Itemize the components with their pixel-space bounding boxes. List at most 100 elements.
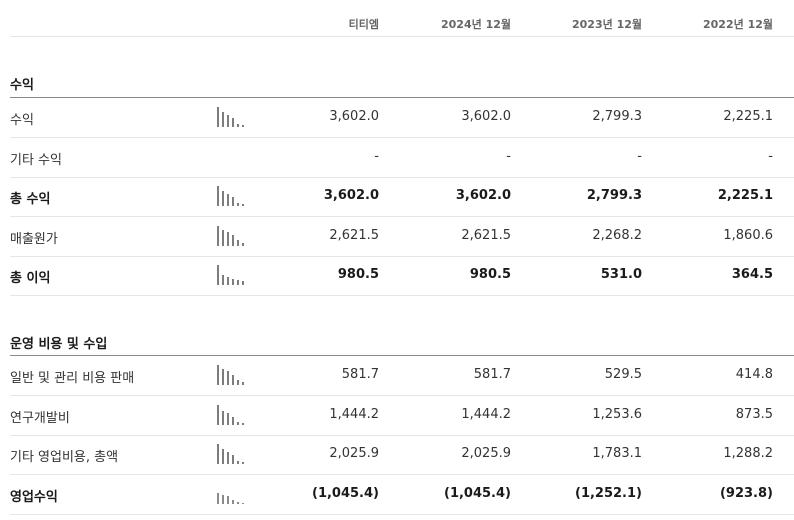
cell-value: - (374, 148, 379, 164)
sparkline-bar (232, 234, 234, 246)
table-row[interactable]: 연구개발비 1,444.2 1,444.2 1,253.6 873.5 (10, 396, 794, 436)
cell-value: (1,045.4) (312, 485, 379, 501)
sparkline-bar (237, 421, 239, 425)
cell-value: 1,253.6 (592, 406, 642, 422)
sparkline-bar (232, 375, 234, 385)
table-row[interactable]: 일반 및 관리 비용 판매 581.7 581.7 529.5 414.8 (10, 356, 794, 396)
row-label: 총 이익 (10, 271, 51, 286)
header-divider (10, 36, 794, 37)
cell-value: - (768, 148, 773, 164)
sparkline-icon[interactable] (217, 265, 249, 285)
sparkline-bar (232, 416, 234, 425)
cell-value: 3,602.0 (455, 188, 511, 203)
cell-value: 1,783.1 (592, 446, 642, 461)
table-row[interactable]: 기타 수익 - - - - (10, 138, 794, 178)
sparkline-bar (237, 203, 239, 206)
cell-value: 2,268.2 (592, 227, 642, 243)
sparkline-bar (227, 194, 229, 206)
sparkline-bar (237, 124, 239, 127)
sparkline-bar (242, 281, 244, 285)
sparkline-bar (222, 229, 224, 246)
sparkline-bar (217, 265, 219, 285)
sparkline-bar (222, 191, 224, 206)
sparkline-bar (232, 499, 234, 504)
table-row[interactable]: 수익 3,602.0 3,602.0 2,799.3 2,225.1 (10, 98, 794, 138)
cell-value: 873.5 (735, 406, 773, 422)
table-row[interactable]: 기타 영업비용, 총액 2,025.9 2,025.9 1,783.1 1,288.2 (10, 435, 794, 475)
sparkline-bar (227, 452, 229, 464)
sparkline-bar (242, 502, 244, 504)
sparkline-bar (222, 449, 224, 464)
sparkline-bar (227, 495, 229, 504)
sparkline-bar (232, 118, 234, 127)
cell-value: 1,860.6 (723, 227, 773, 243)
row-label: 매출원가 (10, 231, 58, 247)
sparkline-bar (222, 112, 224, 127)
row-label: 수익 (10, 113, 34, 128)
sparkline-icon[interactable] (217, 107, 249, 127)
sparkline-icon[interactable] (217, 365, 249, 385)
sparkline-bar (217, 492, 219, 504)
row-label: 총 수익 (10, 192, 51, 207)
sparkline-bar (242, 422, 244, 425)
sparkline-bar (217, 444, 219, 464)
cell-value: 2,799.3 (592, 109, 642, 124)
sparkline-bar (222, 275, 224, 285)
table-row[interactable]: 총 이익 980.5 980.5 531.0 364.5 (10, 256, 794, 296)
cell-value: (1,252.1) (575, 485, 642, 501)
sparkline-bar (217, 186, 219, 206)
column-header-2024: 2024년 12월 (441, 18, 511, 31)
sparkline-icon[interactable] (217, 444, 249, 464)
cell-value: 2,025.9 (461, 446, 511, 461)
cell-value: - (506, 148, 511, 164)
sparkline-bar (232, 279, 234, 285)
sparkline-bar (232, 455, 234, 464)
table-row[interactable]: 총 수익 3,602.0 3,602.0 2,799.3 2,225.1 (10, 177, 794, 217)
cell-value: 3,602.0 (323, 188, 379, 203)
row-label: 영업수익 (10, 489, 58, 505)
sparkline-bar (242, 125, 244, 127)
sparkline-icon[interactable] (217, 186, 249, 206)
table-row[interactable]: 영업수익 (1,045.4) (1,045.4) (1,252.1) (923.8) (10, 475, 794, 515)
sparkline-bar (237, 501, 239, 504)
column-header-ttm: 티티엠 (348, 18, 379, 31)
sparkline-icon[interactable] (217, 484, 249, 504)
sparkline-bar (242, 204, 244, 206)
cell-value: 3,602.0 (329, 109, 379, 124)
cell-value: 1,444.2 (329, 406, 379, 422)
cell-value: 2,799.3 (586, 188, 642, 203)
cell-value: 581.7 (341, 367, 379, 382)
cell-value: 414.8 (735, 367, 773, 382)
sparkline-icon[interactable] (217, 404, 249, 425)
cell-value: 581.7 (473, 367, 511, 382)
sparkline-bar (222, 494, 224, 504)
sparkline-bar (217, 225, 219, 246)
sparkline-bar (237, 239, 239, 246)
sparkline-bar (222, 410, 224, 425)
sparkline-bar (237, 461, 239, 464)
cell-value: 2,225.1 (723, 109, 773, 124)
sparkline-bar (237, 280, 239, 285)
table-header: 티티엠 2024년 12월 2023년 12월 2022년 12월 (0, 0, 794, 38)
column-header-2023: 2023년 12월 (572, 18, 642, 31)
section-title: 수익 (10, 78, 34, 93)
cell-value: 2,025.9 (329, 446, 379, 461)
row-label: 기타 영업비용, 총액 (10, 450, 119, 465)
sparkline-bar (227, 371, 229, 385)
cell-value: 2,225.1 (717, 188, 773, 203)
cell-value: 2,621.5 (461, 227, 511, 243)
sparkline-bar (217, 107, 219, 127)
sparkline-icon[interactable] (217, 225, 249, 246)
cell-value: (1,045.4) (444, 485, 511, 501)
cell-value: 2,621.5 (329, 227, 379, 243)
sparkline-bar (242, 382, 244, 385)
column-header-2022: 2022년 12월 (703, 18, 773, 31)
cell-value: 1,288.2 (723, 446, 773, 461)
sparkline-bar (222, 369, 224, 385)
cell-value: 980.5 (337, 267, 379, 282)
table-row[interactable]: 매출원가 2,621.5 2,621.5 2,268.2 1,860.6 (10, 217, 794, 257)
cell-value: - (637, 148, 642, 164)
cell-value: 531.0 (600, 267, 642, 282)
row-label: 기타 수익 (10, 152, 62, 168)
sparkline-bar (217, 404, 219, 425)
